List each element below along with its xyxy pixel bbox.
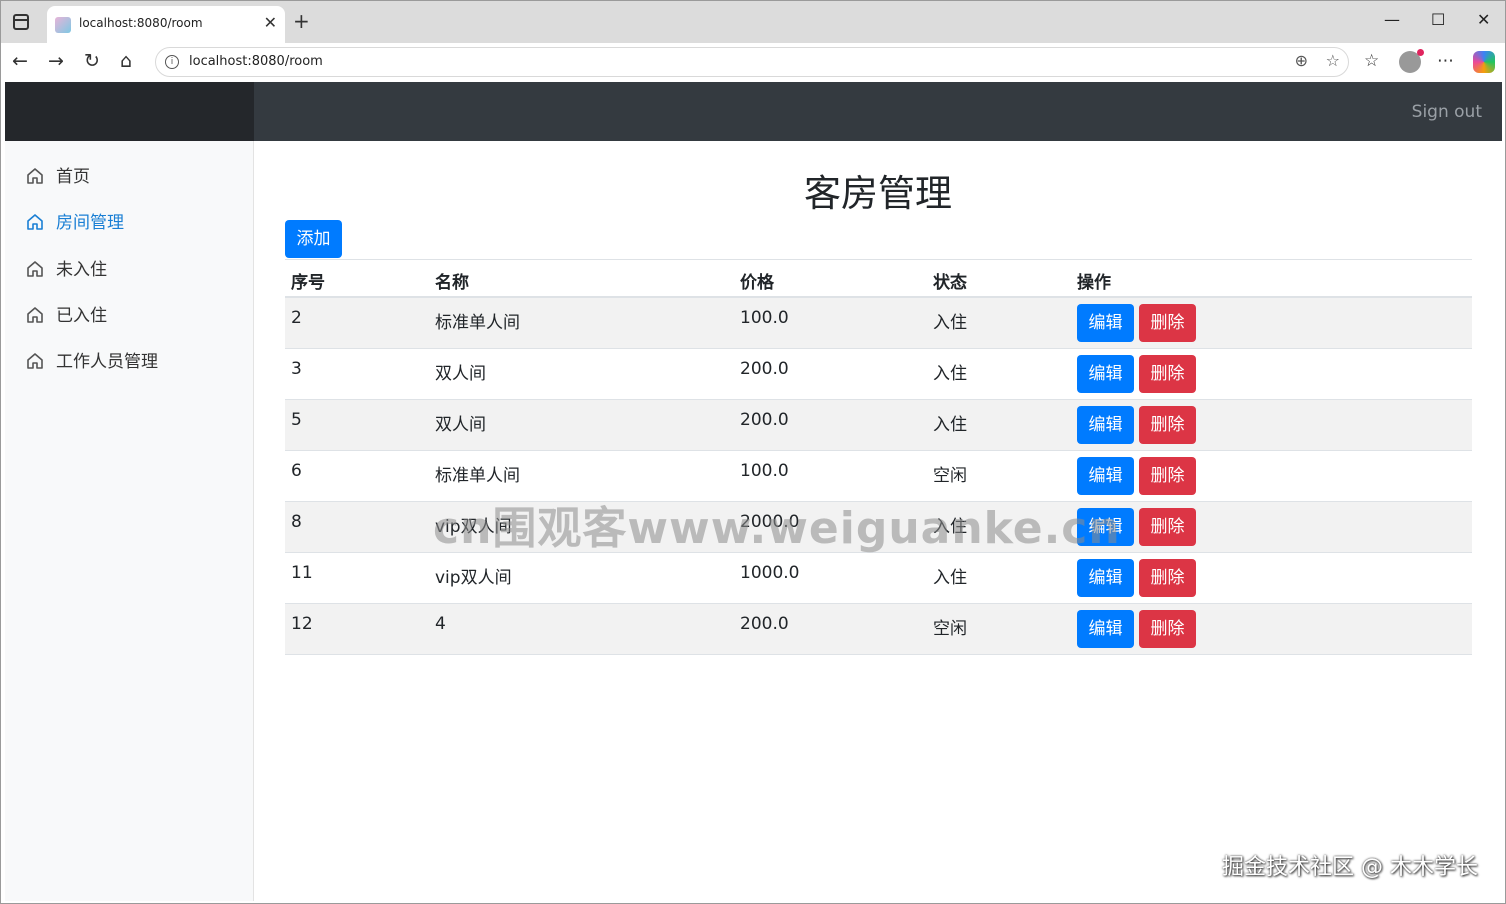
cell-name: 双人间 bbox=[435, 364, 486, 384]
table-row: 3 双人间 200.0 入住 编辑 删除 bbox=[285, 349, 1472, 400]
back-icon[interactable]: ← bbox=[12, 50, 28, 72]
top-navbar: Sign out bbox=[5, 82, 1502, 141]
reload-icon[interactable]: ↻ bbox=[84, 50, 100, 72]
delete-button[interactable]: 删除 bbox=[1139, 610, 1196, 648]
web-page: Sign out 首页房间管理未入住已入住工作人员管理 客房管理 添加 序号 名… bbox=[5, 82, 1502, 901]
table-header: 序号 名称 价格 状态 操作 bbox=[285, 259, 1472, 298]
favicon-icon bbox=[55, 17, 71, 33]
header-id: 序号 bbox=[291, 273, 325, 293]
home-icon bbox=[27, 214, 43, 230]
delete-button[interactable]: 删除 bbox=[1139, 559, 1196, 597]
cell-price: 1000.0 bbox=[740, 563, 800, 583]
header-actions: 操作 bbox=[1077, 273, 1111, 293]
delete-button[interactable]: 删除 bbox=[1139, 304, 1196, 342]
table-row: 11 vip双人间 1000.0 入住 编辑 删除 bbox=[285, 553, 1472, 604]
cell-id: 3 bbox=[291, 359, 302, 379]
edit-button[interactable]: 编辑 bbox=[1077, 457, 1134, 495]
home-browser-icon[interactable]: ⌂ bbox=[120, 50, 132, 72]
cell-id: 2 bbox=[291, 308, 302, 328]
cell-price: 100.0 bbox=[740, 308, 789, 328]
table-row: 12 4 200.0 空闲 编辑 删除 bbox=[285, 604, 1472, 655]
edit-button[interactable]: 编辑 bbox=[1077, 355, 1134, 393]
edit-button[interactable]: 编辑 bbox=[1077, 406, 1134, 444]
cell-id: 6 bbox=[291, 461, 302, 481]
delete-button[interactable]: 删除 bbox=[1139, 508, 1196, 546]
cell-status: 入住 bbox=[933, 313, 967, 333]
edit-button[interactable]: 编辑 bbox=[1077, 559, 1134, 597]
cell-status: 空闲 bbox=[933, 619, 967, 639]
tab-strip: localhost:8080/room ✕ + — ☐ ✕ bbox=[1, 1, 1505, 43]
site-info-icon[interactable]: i bbox=[165, 55, 179, 69]
forward-icon[interactable]: → bbox=[48, 50, 64, 72]
delete-button[interactable]: 删除 bbox=[1139, 355, 1196, 393]
profile-avatar[interactable] bbox=[1399, 49, 1424, 73]
watermark: cn围观客www.weiguanke.cn bbox=[433, 503, 1121, 554]
home-icon bbox=[27, 307, 43, 323]
table-row: 2 标准单人间 100.0 入住 编辑 删除 bbox=[285, 298, 1472, 349]
sidebar-item-label: 首页 bbox=[56, 167, 90, 187]
tab-actions-icon[interactable] bbox=[13, 14, 29, 30]
sidebar-item-label: 已入住 bbox=[56, 306, 107, 326]
sign-out-link[interactable]: Sign out bbox=[1412, 102, 1482, 122]
sidebar-item-label: 未入住 bbox=[56, 260, 107, 280]
copilot-icon[interactable] bbox=[1473, 51, 1495, 73]
minimize-icon[interactable]: — bbox=[1384, 10, 1400, 29]
navbar-brand[interactable] bbox=[5, 82, 254, 141]
cell-id: 8 bbox=[291, 512, 302, 532]
cell-status: 入住 bbox=[933, 415, 967, 435]
maximize-icon[interactable]: ☐ bbox=[1431, 10, 1445, 29]
url-text: localhost:8080/room bbox=[189, 54, 323, 69]
cell-status: 入住 bbox=[933, 364, 967, 384]
cell-id: 5 bbox=[291, 410, 302, 430]
sidebar-item-label: 工作人员管理 bbox=[56, 352, 158, 372]
browser-toolbar: ← → ↻ ⌂ i localhost:8080/room ⊕ ☆ ☆ ⋯ bbox=[1, 43, 1505, 82]
cell-price: 200.0 bbox=[740, 614, 789, 634]
cell-price: 200.0 bbox=[740, 359, 789, 379]
home-icon bbox=[27, 353, 43, 369]
home-icon bbox=[27, 261, 43, 277]
browser-tab[interactable]: localhost:8080/room ✕ bbox=[47, 6, 285, 43]
delete-button[interactable]: 删除 bbox=[1139, 457, 1196, 495]
cell-name: 标准单人间 bbox=[435, 313, 520, 333]
address-bar[interactable]: i localhost:8080/room ⊕ ☆ bbox=[155, 47, 1349, 77]
zoom-icon[interactable]: ⊕ bbox=[1295, 51, 1308, 70]
header-price: 价格 bbox=[740, 273, 774, 293]
cell-price: 100.0 bbox=[740, 461, 789, 481]
close-tab-icon[interactable]: ✕ bbox=[264, 13, 277, 32]
rooms-table: 序号 名称 价格 状态 操作 2 标准单人间 100.0 入住 编辑 删除 3 双人间 200.… bbox=[285, 259, 1472, 655]
delete-button[interactable]: 删除 bbox=[1139, 406, 1196, 444]
cell-price: 200.0 bbox=[740, 410, 789, 430]
browser-window: localhost:8080/room ✕ + — ☐ ✕ ← → ↻ ⌂ i … bbox=[0, 0, 1506, 904]
table-row: 5 双人间 200.0 入住 编辑 删除 bbox=[285, 400, 1472, 451]
favorite-star-icon[interactable]: ☆ bbox=[1326, 51, 1340, 70]
sidebar: 首页房间管理未入住已入住工作人员管理 bbox=[5, 141, 254, 901]
new-tab-icon[interactable]: + bbox=[293, 9, 310, 33]
page-title: 客房管理 bbox=[804, 172, 952, 215]
cell-name: 双人间 bbox=[435, 415, 486, 435]
close-window-icon[interactable]: ✕ bbox=[1477, 10, 1490, 29]
cell-status: 入住 bbox=[933, 568, 967, 588]
cell-name: vip双人间 bbox=[435, 568, 512, 588]
more-menu-icon[interactable]: ⋯ bbox=[1437, 51, 1454, 71]
edit-button[interactable]: 编辑 bbox=[1077, 610, 1134, 648]
header-name: 名称 bbox=[435, 273, 469, 293]
favorites-icon[interactable]: ☆ bbox=[1364, 51, 1379, 71]
cell-name: 标准单人间 bbox=[435, 466, 520, 486]
cell-id: 11 bbox=[291, 563, 313, 583]
sidebar-item-label: 房间管理 bbox=[56, 213, 124, 233]
tab-title: localhost:8080/room bbox=[79, 16, 203, 30]
table-body: 2 标准单人间 100.0 入住 编辑 删除 3 双人间 200.0 入住 编辑 删除 5 双人间 200.… bbox=[285, 298, 1472, 655]
cell-id: 12 bbox=[291, 614, 313, 634]
header-status: 状态 bbox=[933, 273, 967, 293]
home-icon bbox=[27, 168, 43, 184]
credit-watermark: 掘金技术社区 @ 木木学长 bbox=[1222, 855, 1478, 880]
cell-status: 空闲 bbox=[933, 466, 967, 486]
cell-name: 4 bbox=[435, 614, 446, 634]
edit-button[interactable]: 编辑 bbox=[1077, 304, 1134, 342]
add-button[interactable]: 添加 bbox=[285, 220, 342, 258]
